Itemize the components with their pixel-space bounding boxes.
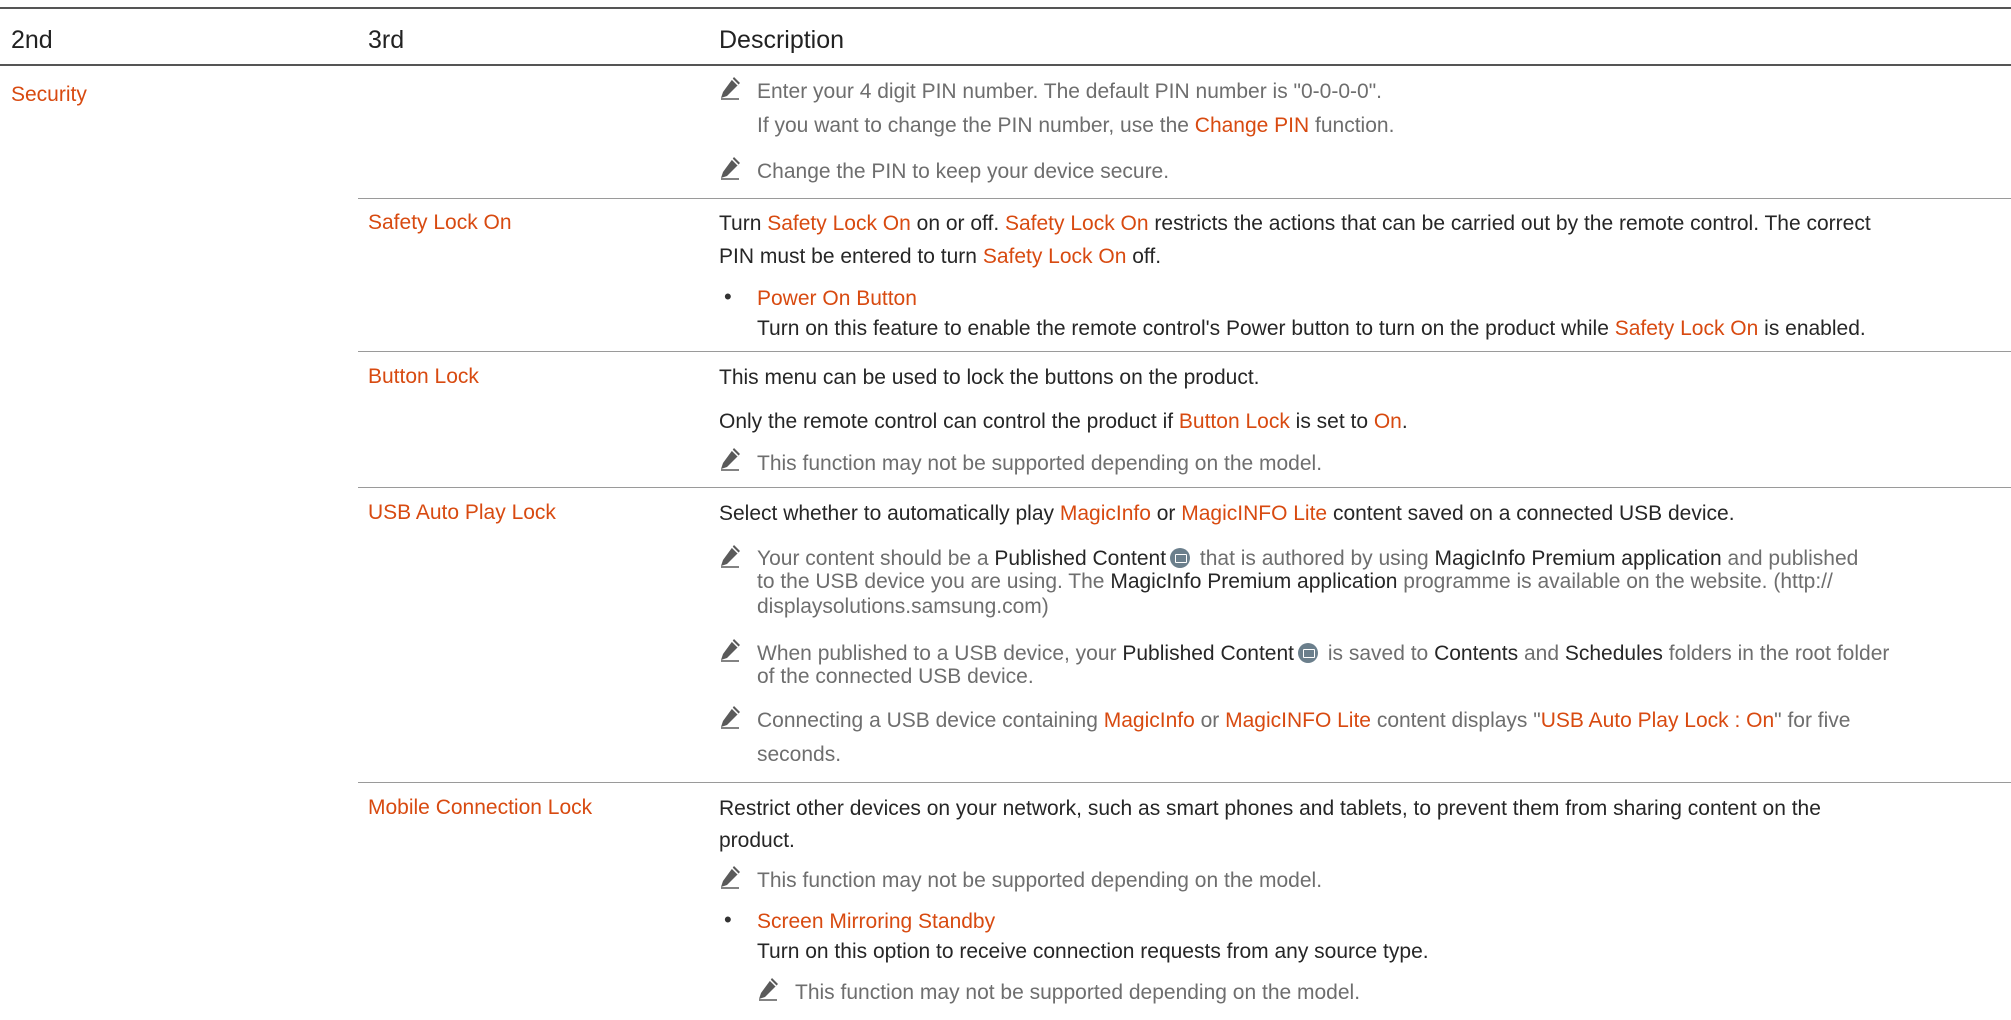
- table-top-rule: [0, 7, 2011, 9]
- bullet-dot: •: [724, 284, 732, 309]
- screen-mirroring-standby-title: Screen Mirroring Standby: [757, 910, 996, 933]
- row-divider: [358, 351, 2011, 352]
- note-pencil-icon: [719, 447, 741, 471]
- row-label-mobile-connection-lock: Mobile Connection Lock: [368, 796, 593, 819]
- usb-note-1-line-2: to the USB device you are using. The Mag…: [757, 570, 1833, 593]
- note-pencil-icon: [757, 977, 779, 1001]
- header-rule: [0, 64, 2011, 66]
- published-content-icon: [1298, 643, 1318, 663]
- usb-lock-desc: Select whether to automatically play Mag…: [719, 502, 1735, 525]
- pin-note-2: If you want to change the PIN number, us…: [757, 114, 1395, 137]
- pin-note-1: Enter your 4 digit PIN number. The defau…: [757, 80, 1382, 103]
- header-3rd: 3rd: [368, 26, 405, 54]
- mobile-lock-desc-2: product.: [719, 829, 795, 852]
- row-divider: [358, 487, 2011, 488]
- power-on-button-desc: Turn on this feature to enable the remot…: [757, 317, 1866, 340]
- safety-lock-desc-2: PIN must be entered to turn Safety Lock …: [719, 245, 1162, 268]
- button-lock-desc-2: Only the remote control can control the …: [719, 410, 1408, 433]
- button-lock-note: This function may not be supported depen…: [757, 452, 1323, 475]
- button-lock-desc-1: This menu can be used to lock the button…: [719, 366, 1260, 389]
- bullet-dot: •: [724, 907, 732, 932]
- usb-note-2-line-2: of the connected USB device.: [757, 665, 1034, 688]
- usb-note-1-line-3: displaysolutions.samsung.com): [757, 595, 1049, 618]
- screen-mirroring-standby-desc: Turn on this option to receive connectio…: [757, 940, 1429, 963]
- mobile-lock-note-2: This function may not be supported depen…: [795, 981, 1361, 1004]
- row-label-button-lock: Button Lock: [368, 365, 479, 388]
- row-divider: [358, 198, 2011, 199]
- pin-note-3: Change the PIN to keep your device secur…: [757, 160, 1170, 183]
- row-divider: [358, 782, 2011, 783]
- note-pencil-icon: [719, 638, 741, 662]
- note-pencil-icon: [719, 544, 741, 568]
- row-label-safety-lock: Safety Lock On: [368, 211, 512, 234]
- header-2nd: 2nd: [11, 26, 53, 54]
- published-content-icon: [1170, 548, 1191, 568]
- mobile-lock-note-1: This function may not be supported depen…: [757, 869, 1323, 892]
- usb-note-3-line-2: seconds.: [757, 743, 842, 766]
- note-pencil-icon: [719, 705, 741, 729]
- usb-note-3-line-1: Connecting a USB device containing Magic…: [757, 709, 1851, 732]
- note-pencil-icon: [719, 865, 741, 889]
- row-label-usb-auto-play-lock: USB Auto Play Lock: [368, 501, 556, 524]
- category-security: Security: [11, 83, 87, 106]
- header-description: Description: [719, 26, 845, 54]
- note-pencil-icon: [719, 76, 741, 100]
- note-pencil-icon: [719, 156, 741, 180]
- mobile-lock-desc-1: Restrict other devices on your network, …: [719, 797, 1821, 820]
- power-on-button-title: Power On Button: [757, 287, 917, 310]
- safety-lock-desc-1: Turn Safety Lock On on or off. Safety Lo…: [719, 212, 1871, 235]
